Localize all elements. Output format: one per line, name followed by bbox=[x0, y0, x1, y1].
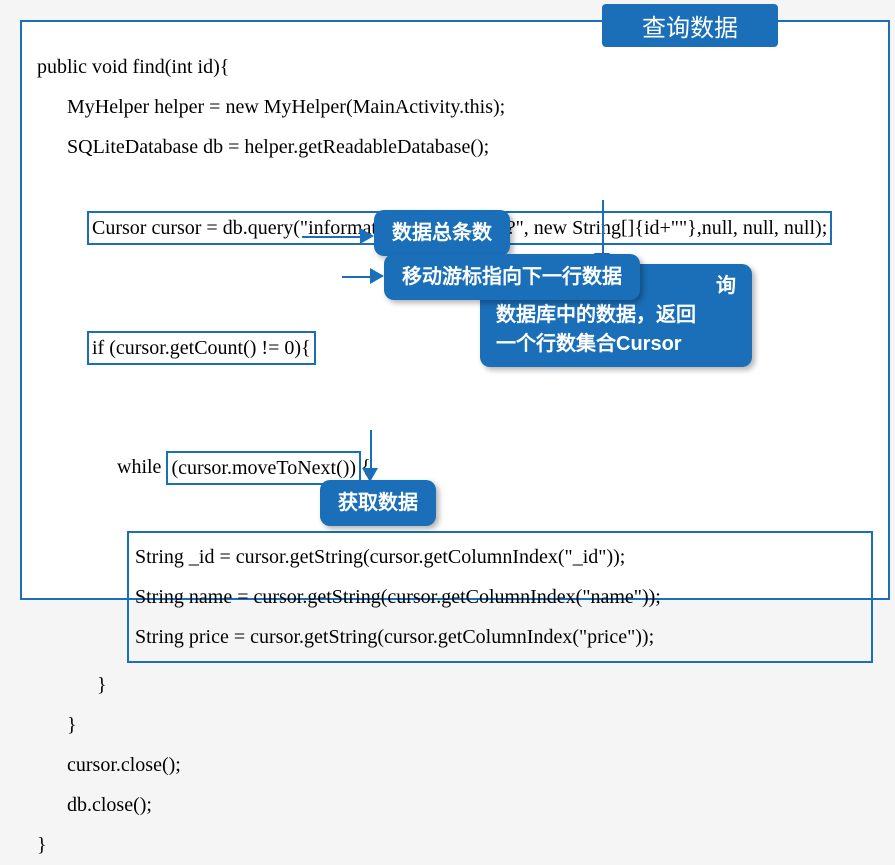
code-line-2: MyHelper helper = new MyHelper(MainActiv… bbox=[37, 87, 873, 127]
callout-query-line2: 数据库中的数据，返回 bbox=[496, 304, 696, 326]
callout-query-line1: 询 bbox=[716, 272, 736, 301]
code-line-10: } bbox=[37, 665, 873, 705]
code-line-6: while (cursor.moveToNext()){ bbox=[37, 407, 873, 527]
arrow-line bbox=[602, 200, 604, 255]
if-box: if (cursor.getCount() != 0){ bbox=[87, 331, 316, 365]
code-line-14: } bbox=[37, 825, 873, 865]
code-line-12: cursor.close(); bbox=[37, 745, 873, 785]
code-line-9: String price = cursor.getString(cursor.g… bbox=[135, 617, 865, 657]
code-line-3: SQLiteDatabase db = helper.getReadableDa… bbox=[37, 127, 873, 167]
callout-count: 数据总条数 bbox=[374, 210, 510, 256]
code-line-11: } bbox=[37, 705, 873, 745]
arrow-line bbox=[370, 430, 372, 470]
getdata-box: String _id = cursor.getString(cursor.get… bbox=[127, 531, 873, 663]
arrow-line bbox=[302, 236, 362, 238]
code-line-13: db.close(); bbox=[37, 785, 873, 825]
arrow-line bbox=[342, 276, 372, 278]
title-badge: 查询数据 bbox=[602, 4, 778, 47]
callout-getdata: 获取数据 bbox=[320, 480, 436, 526]
callout-movenext: 移动游标指向下一行数据 bbox=[384, 254, 640, 300]
code-panel: 查询数据 public void find(int id){ MyHelper … bbox=[20, 20, 890, 600]
code-line-8: String name = cursor.getString(cursor.ge… bbox=[135, 577, 865, 617]
code-line-7: String _id = cursor.getString(cursor.get… bbox=[135, 537, 865, 577]
arrow-icon bbox=[370, 268, 384, 284]
callout-query-line3: 一个行数集合Cursor bbox=[496, 333, 682, 355]
while-keyword: while bbox=[117, 456, 166, 478]
code-line-1: public void find(int id){ bbox=[37, 47, 873, 87]
arrow-icon bbox=[360, 228, 374, 244]
